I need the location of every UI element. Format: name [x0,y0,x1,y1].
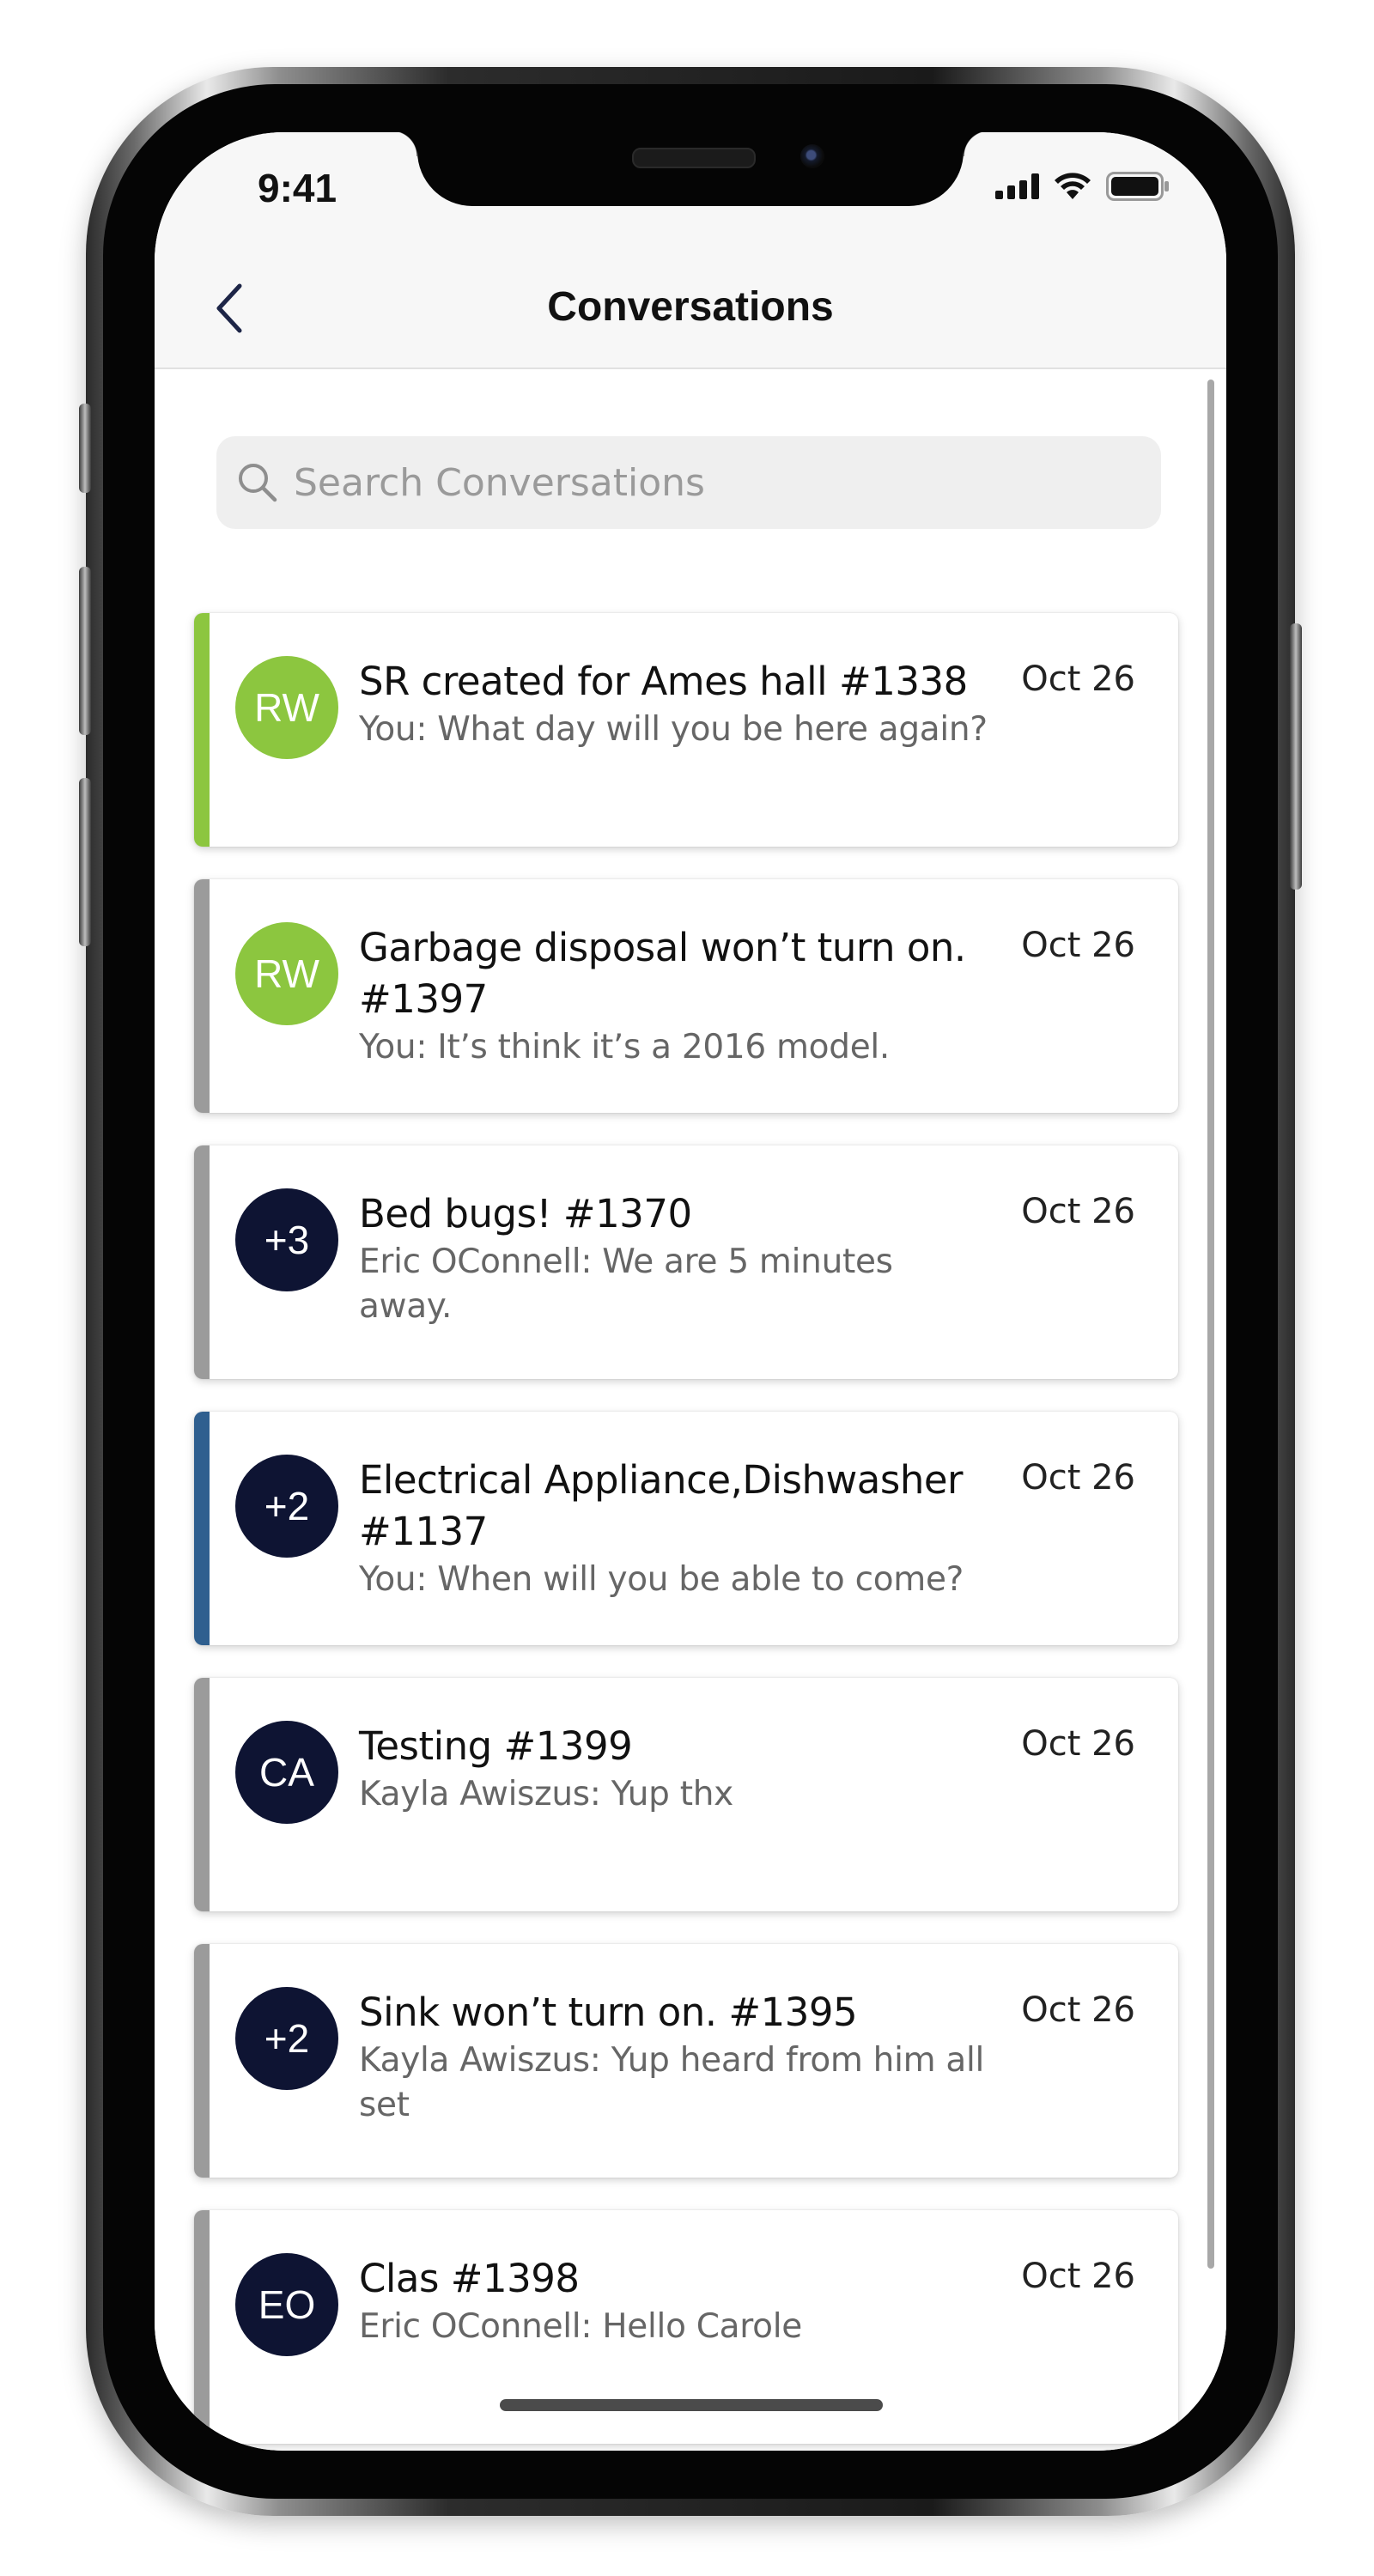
last-message-preview: Eric OConnell: We are 5 minutes away. [359,1242,893,1326]
conversation-card[interactable]: CA Testing #1399 Kayla Awiszus: Yup thx Oct… [194,1678,1178,1911]
avatar: RW [235,656,338,759]
conversation-title: Electrical Appliance,Dishwasher #1137 [359,1457,964,1554]
conversation-text-block: Sink won’t turn on. #1395 Kayla Awiszus: … [359,1987,994,2128]
phone-screen: 9:41 Conversations Search Conversations … [155,132,1226,2451]
conversation-card[interactable]: RW Garbage disposal won’t turn on. #1397 Y… [194,879,1178,1113]
volume-down-button [79,778,91,946]
conversation-text-block: Testing #1399 Kayla Awiszus: Yup thx [359,1721,994,1817]
status-accent-bar [194,1678,210,1911]
notch [392,132,989,206]
power-button [1290,623,1302,890]
conversation-date: Oct 26 [1021,926,1135,965]
conversation-title: Bed bugs! #1370 [359,1191,692,1236]
conversation-title: Clas #1398 [359,2256,580,2301]
avatar: EO [235,2253,338,2356]
conversation-text-block: Garbage disposal won’t turn on. #1397 You… [359,922,994,1070]
last-message-preview: Eric OConnell: Hello Carole [359,2307,802,2346]
conversation-date: Oct 26 [1021,1990,1135,2030]
avatar: +3 [235,1188,338,1291]
conversation-list: RW SR created for Ames hall #1338 You: Wha… [194,613,1182,2451]
conversation-date: Oct 26 [1021,1192,1135,1231]
status-accent-bar [194,879,210,1113]
conversation-card[interactable]: +3 Bed bugs! #1370 Eric OConnell: We are 5… [194,1145,1178,1379]
conversation-text-block: Clas #1398 Eric OConnell: Hello Carole [359,2253,994,2349]
stage: 9:41 Conversations Search Conversations … [0,0,1374,2576]
avatar: +2 [235,1987,338,2090]
conversation-list-view: RW SR created for Ames hall #1338 You: Wha… [155,369,1226,2451]
status-accent-bar [194,613,210,847]
status-accent-bar [194,1944,210,2178]
search-icon [235,460,280,505]
last-message-preview: You: What day will you be here again? [359,710,988,749]
avatar: RW [235,922,338,1025]
conversation-title: Testing #1399 [359,1723,633,1769]
mute-switch [79,404,91,493]
scrollbar[interactable] [1207,380,1214,2269]
search-input[interactable] [292,459,1120,506]
status-time: 9:41 [258,166,337,210]
conversation-text-block: Bed bugs! #1370 Eric OConnell: We are 5 m… [359,1188,994,1329]
avatar: +2 [235,1455,338,1558]
conversation-card[interactable]: +2 Electrical Appliance,Dishwasher #1137 Y… [194,1412,1178,1645]
speaker-grille [632,148,756,168]
conversation-card[interactable]: RW SR created for Ames hall #1338 You: Wha… [194,613,1178,847]
battery-icon [1106,172,1169,201]
conversation-date: Oct 26 [1021,659,1135,699]
wifi-icon [1055,173,1091,199]
status-accent-bar [194,1412,210,1645]
avatar: CA [235,1721,338,1824]
conversation-text-block: SR created for Ames hall #1338 You: What … [359,656,994,752]
status-accent-bar [194,2210,210,2444]
conversation-title: Garbage disposal won’t turn on. #1397 [359,925,966,1022]
conversation-title: Sink won’t turn on. #1395 [359,1990,858,2035]
conversation-date: Oct 26 [1021,1458,1135,1498]
last-message-preview: You: When will you be able to come? [359,1560,964,1599]
conversation-date: Oct 26 [1021,1724,1135,1764]
last-message-preview: Kayla Awiszus: Yup thx [359,1775,733,1814]
page-title: Conversations [547,284,834,330]
search-bar[interactable] [216,436,1161,529]
volume-up-button [79,567,91,735]
home-indicator[interactable] [500,2399,883,2411]
conversation-text-block: Electrical Appliance,Dishwasher #1137 You… [359,1455,994,1602]
nav-header: Conversations [155,244,1226,369]
last-message-preview: You: It’s think it’s a 2016 model. [359,1028,891,1066]
status-accent-bar [194,1145,210,1379]
status-icons [995,172,1170,201]
conversation-date: Oct 26 [1021,2257,1135,2296]
cellular-signal-icon [995,173,1039,199]
front-camera [800,144,824,168]
conversation-card[interactable]: +2 Sink won’t turn on. #1395 Kayla Awiszus… [194,1944,1178,2178]
last-message-preview: Kayla Awiszus: Yup heard from him all se… [359,2041,985,2124]
conversation-title: SR created for Ames hall #1338 [359,659,968,704]
